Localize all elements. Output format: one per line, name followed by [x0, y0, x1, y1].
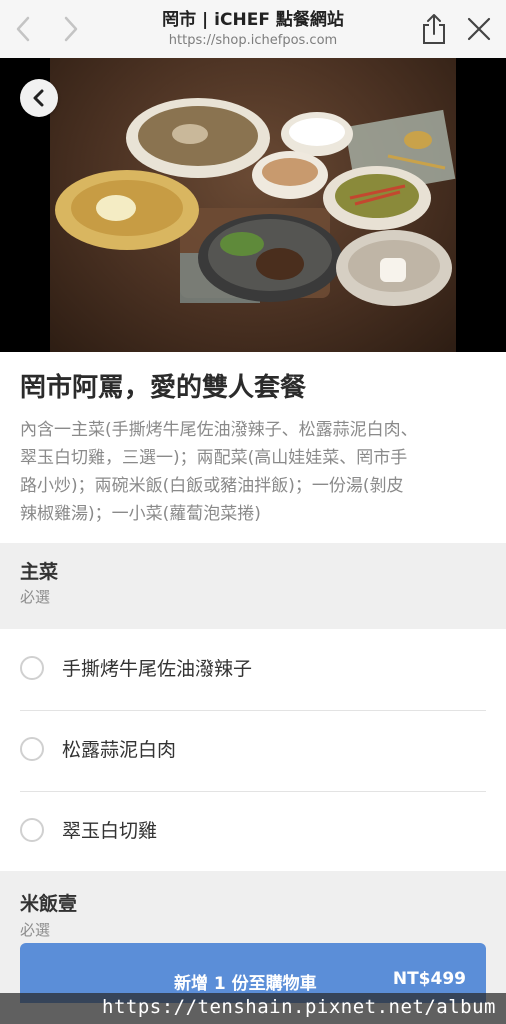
description-line: 翠玉白切雞，三選一)；兩配菜(高山娃娃菜、罔市手: [20, 448, 408, 468]
close-icon: [467, 17, 491, 41]
browser-back-button[interactable]: [8, 14, 38, 44]
option-label: 翠玉白切雞: [62, 820, 158, 842]
description-line: 內含一主菜(手撕烤牛尾佐油潑辣子、松露蒜泥白肉、: [20, 420, 418, 440]
browser-page-title: 罔市 | iCHEF 點餐網站: [162, 10, 344, 30]
option-label: 手撕烤牛尾佐油潑辣子: [62, 658, 253, 680]
option-item[interactable]: 手撕烤牛尾佐油潑辣子: [20, 630, 486, 711]
radio-button[interactable]: [20, 737, 44, 761]
hero-back-button[interactable]: [20, 79, 58, 117]
radio-button[interactable]: [20, 818, 44, 842]
required-label: 必選: [20, 921, 51, 939]
section-title: 主菜: [20, 561, 59, 583]
option-item[interactable]: 翠玉白切雞: [20, 792, 486, 872]
chevron-right-icon: [64, 16, 78, 42]
description-line: 辣椒雞湯)；一小菜(蘿蔔泡菜捲): [20, 504, 261, 524]
browser-toolbar: 罔市 | iCHEF 點餐網站 https://shop.ichefpos.co…: [0, 0, 506, 59]
product-title: 罔市阿罵，愛的雙人套餐: [20, 373, 307, 403]
product-hero: [0, 58, 506, 352]
option-item[interactable]: 松露蒜泥白肉: [20, 711, 486, 792]
radio-button[interactable]: [20, 656, 44, 680]
address-bar[interactable]: 罔市 | iCHEF 點餐網站 https://shop.ichefpos.co…: [120, 9, 386, 50]
section-header-main-course: 主菜 必選: [0, 543, 506, 629]
watermark: https://tenshain.pixnet.net/album: [0, 993, 506, 1024]
product-description: 內含一主菜(手撕烤牛尾佐油潑辣子、松露蒜泥白肉、 翠玉白切雞，三選一)；兩配菜(…: [20, 416, 490, 528]
close-button[interactable]: [466, 16, 492, 42]
add-to-cart-label: 新增 1 份至購物車: [174, 974, 317, 994]
browser-forward-button[interactable]: [56, 14, 86, 44]
watermark-text: https://tenshain.pixnet.net/album: [102, 996, 496, 1018]
option-label: 松露蒜泥白肉: [62, 739, 177, 761]
required-label: 必選: [20, 588, 51, 606]
share-icon: [423, 14, 445, 44]
share-button[interactable]: [420, 12, 448, 46]
section-title: 米飯壹: [20, 893, 78, 915]
food-photo: [50, 58, 456, 352]
chevron-left-icon: [33, 89, 44, 107]
cart-price: NT$499: [392, 969, 466, 989]
description-line: 路小炒)；兩碗米飯(白飯或豬油拌飯)；一份湯(剝皮: [20, 476, 404, 496]
url-text: https://shop.ichefpos.com: [168, 33, 338, 48]
chevron-left-icon: [16, 16, 30, 42]
